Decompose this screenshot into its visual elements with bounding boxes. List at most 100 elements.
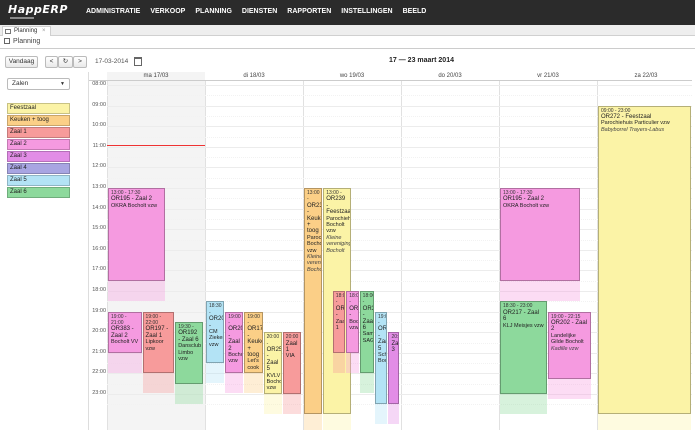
- calendar-event[interactable]: 19:00 - 22:15 OR202 - Zaal 2 Landelijke Gi…: [548, 311, 592, 379]
- calendar-event[interactable]: 20:00 - OR254 - Zaal 5KVLV Bocholt vzw: [263, 332, 282, 394]
- legend-item-feestzaal: Feestzaal: [7, 103, 70, 114]
- calendar-event[interactable]: 19:00 - OR206 - Zaal 2Bocholt vzw: [225, 311, 244, 374]
- menu-diensten[interactable]: DIENSTEN: [242, 8, 277, 15]
- today-button[interactable]: Vandaag: [5, 56, 38, 68]
- event-time: 19:00 - 22:00: [145, 313, 162, 326]
- menu-verkoop[interactable]: VERKOOP: [150, 8, 185, 15]
- event-buffer: [175, 383, 203, 404]
- event-organizer: Samenleving SAGE: [362, 331, 375, 344]
- menu-administratie[interactable]: ADMINISTRATIE: [86, 8, 140, 15]
- resource-type-select[interactable]: Zalen ▼: [7, 78, 70, 90]
- hour-label: 10:00: [92, 122, 106, 129]
- day-header[interactable]: do 20/03: [401, 72, 499, 81]
- event-organizer: CM Ziekenzorg vzw: [209, 328, 223, 348]
- event-title: OR197 - Zaal 1: [145, 326, 169, 339]
- calendar-event[interactable]: 19:00 - OR377 - Zaal 5Schutterij Bocholt: [375, 311, 388, 405]
- event-time: 20:00 -: [266, 334, 280, 347]
- event-title: OR377 - Zaal 5: [378, 326, 388, 352]
- top-navigation-bar: HappERP ADMINISTRATIE VERKOOP PLANNING D…: [0, 0, 695, 25]
- event-time: 18:30 -: [209, 303, 222, 316]
- refresh-button[interactable]: ↻: [58, 56, 73, 68]
- calendar-event[interactable]: 18:00 - OR385 - Bocholt vzw: [346, 291, 359, 353]
- event-time: 13:00 -: [307, 190, 320, 203]
- app-logo[interactable]: HappERP: [8, 3, 68, 16]
- event-title: OR206 - Zaal 2: [228, 326, 242, 352]
- hour-line: [107, 85, 692, 86]
- event-title: OR206 -: [209, 316, 223, 329]
- week-calendar: ma 17/03 di 18/03 wo 19/03 do 20/03 vr 21/03…: [88, 72, 692, 430]
- legend-item-zaal-2: Zaal 2: [7, 139, 70, 150]
- event-buffer: [548, 378, 592, 399]
- event-organizer: Dansclub Limbo vzw: [178, 343, 202, 362]
- hour-label: 08:00: [92, 81, 106, 87]
- calendar-event[interactable]: 13:00 - OR239 - Keuken + toogParochiehui…: [304, 188, 323, 414]
- event-organizer: Zaal 1: [335, 318, 346, 332]
- hour-label: 13:00: [92, 184, 106, 190]
- day-divider: [401, 81, 402, 430]
- event-buffer: [206, 363, 225, 384]
- event-buffer: [388, 404, 399, 425]
- event-title: OR217 - Zaal 6: [503, 309, 540, 323]
- legend-item-keuken-toog: Keuken + toog: [7, 115, 70, 126]
- event-organizer: Parochiehuis Bocholt vzw: [307, 234, 323, 254]
- event-buffer: [598, 413, 692, 430]
- calendar-event[interactable]: 19:30 - OR192 - Zaal 6 Dansclub Limbo vzw: [175, 321, 203, 384]
- event-time: 18:00 -: [349, 293, 357, 306]
- day-header[interactable]: wo 19/03: [303, 72, 401, 81]
- calendar-event[interactable]: 18:30 - OR206 - CM Ziekenzorg vzw: [206, 301, 225, 364]
- menu-beeld[interactable]: BEELD: [403, 8, 427, 15]
- calendar-event[interactable]: 13:00 - 17:30 OR195 - Zaal 2 OKRA Bocholt …: [108, 188, 165, 281]
- day-header[interactable]: ma 17/03: [107, 72, 205, 81]
- date-field[interactable]: 17-03-2014: [95, 56, 133, 68]
- legend-item-zaal-3: Zaal 3: [7, 151, 70, 162]
- event-title: OR176 - Keuken + toog: [247, 326, 262, 359]
- select-value: Zalen: [12, 80, 29, 87]
- menu-instellingen[interactable]: INSTELLINGEN: [341, 8, 392, 15]
- hour-label: 19:00: [92, 307, 106, 314]
- calendar-event[interactable]: 19:00 - 22:00 OR197 - Zaal 1 Lipkoor vzw: [142, 311, 175, 374]
- menu-planning[interactable]: PLANNING: [195, 8, 232, 15]
- next-week-button[interactable]: >: [73, 56, 87, 68]
- breadcrumb: Planning: [4, 38, 40, 45]
- event-title: OR385 -: [335, 305, 345, 319]
- calendar-event[interactable]: 20:00 Zaal 1 VIA: [282, 332, 301, 394]
- calendar-event[interactable]: 18:00 - OR369 - Zaal 6Samenleving SAGE: [359, 291, 375, 374]
- calendar-event[interactable]: 13:00 - 17:30 OR195 - Zaal 2 OKRA Bocholt …: [500, 188, 580, 281]
- tab-planning[interactable]: Planning ×: [2, 26, 51, 36]
- event-buffer: [304, 413, 323, 430]
- event-buffer: [225, 373, 244, 394]
- calendar-event[interactable]: 20:00Zaal 3: [388, 332, 399, 405]
- day-header[interactable]: vr 21/03: [499, 72, 597, 81]
- legend-item-zaal-4: Zaal 4: [7, 163, 70, 174]
- hour-label: 12:00: [92, 163, 106, 170]
- menu-rapporten[interactable]: RAPPORTEN: [287, 8, 331, 15]
- event-organizer: KLJ Meisjes vzw: [503, 322, 544, 329]
- event-note: Babyborrel Trayers-Labus: [601, 126, 665, 133]
- event-buffer: [108, 280, 165, 301]
- event-buffer: [282, 394, 301, 414]
- day-header[interactable]: di 18/03: [205, 72, 303, 81]
- calendar-event[interactable]: 09:00 - 23:00 OR272 - Feestzaal Parochiehu…: [598, 105, 692, 414]
- event-organizer: Bocholt vzw: [228, 352, 244, 365]
- previous-week-button[interactable]: <: [45, 56, 58, 68]
- event-title: OR369 - Zaal 6: [362, 305, 375, 332]
- hour-label: 17:00: [92, 266, 106, 273]
- close-icon[interactable]: ×: [42, 28, 46, 34]
- event-buffer: [359, 373, 375, 394]
- tab-label: Planning: [14, 28, 38, 34]
- calendar-picker-icon[interactable]: [134, 57, 142, 66]
- hour-label: 14:00: [92, 204, 106, 211]
- event-organizer: OKRA Bocholt vzw: [503, 202, 550, 209]
- calendar-event[interactable]: 18:00 - OR385 - Zaal 1: [332, 291, 346, 353]
- hour-label: 23:00: [92, 390, 106, 396]
- event-time: 19:00 -: [228, 313, 241, 326]
- calendar-event[interactable]: 19:00 - 21:00 OR383 - Zaal 2 Bocholt VV: [108, 311, 142, 353]
- event-buffer: [142, 373, 175, 394]
- day-header[interactable]: za 22/03: [597, 72, 695, 81]
- event-buffer: [332, 352, 346, 373]
- event-buffer: [244, 373, 263, 394]
- calendar-event[interactable]: 18:30 - 23:00 OR217 - Zaal 6 KLJ Meisjes v…: [500, 301, 547, 394]
- hour-label: 15:00: [92, 225, 106, 232]
- day-header-row: ma 17/03 di 18/03 wo 19/03 do 20/03 vr 21/03…: [89, 72, 692, 81]
- calendar-event[interactable]: 19:00 - OR176 - Keuken + toogLet's cook …: [244, 311, 263, 374]
